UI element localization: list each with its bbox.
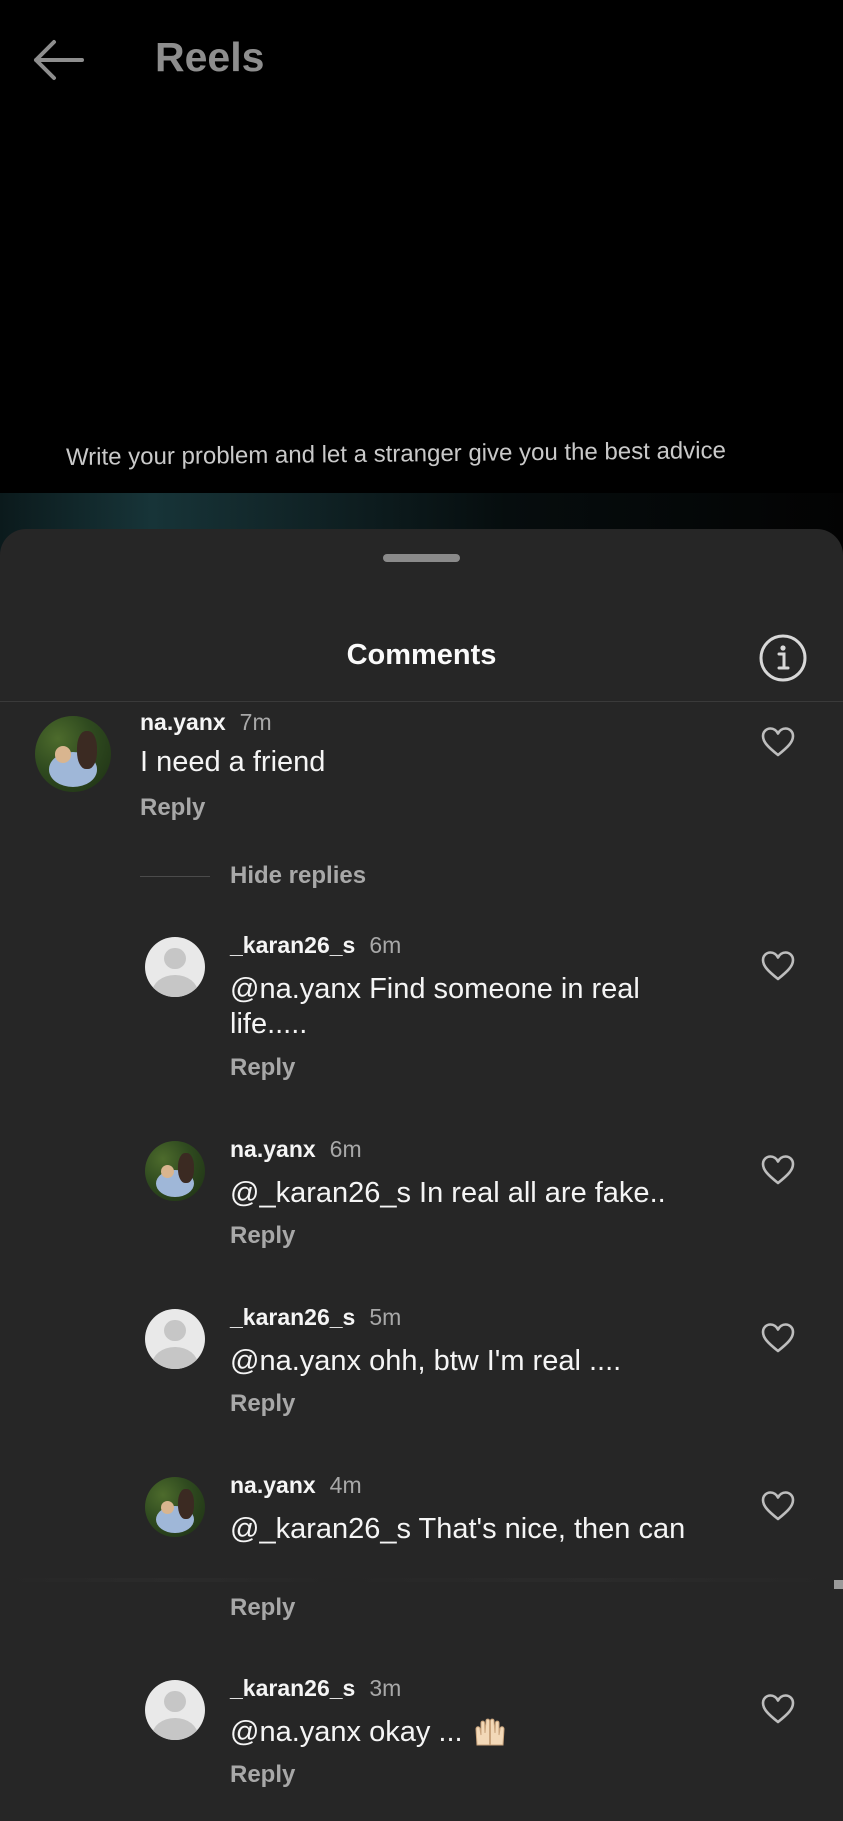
reel-caption: Write your problem and let a stranger gi… — [65, 437, 727, 471]
comment-text-body: @na.yanx okay ... — [230, 1716, 471, 1748]
heart-icon[interactable] — [760, 1154, 796, 1186]
thread-line — [140, 876, 210, 877]
reply-button[interactable]: Reply — [230, 1594, 295, 1622]
sheet-title: Comments — [346, 639, 497, 671]
comment-text: @_karan26_s In real all are fake.. — [230, 1177, 666, 1209]
avatar[interactable] — [35, 716, 111, 792]
comment-text: @_karan26_s That's nice, then can — [230, 1513, 686, 1545]
raising-hands-emoji — [475, 1718, 505, 1746]
username[interactable]: na.yanx — [140, 709, 226, 735]
timestamp: 5m — [369, 1304, 402, 1330]
username[interactable]: na.yanx — [230, 1136, 316, 1162]
timestamp: 6m — [369, 932, 402, 958]
page-title: Reels — [155, 34, 265, 80]
comment-text: @na.yanx Find someone in real life..... — [230, 973, 640, 1040]
clipped-text-edge — [0, 1578, 843, 1582]
comments-sheet: Comments na.yanx 7m I need a friend Reply… — [0, 529, 843, 1821]
reply-button[interactable]: Reply — [230, 1054, 295, 1082]
avatar[interactable] — [145, 937, 205, 997]
divider — [0, 701, 843, 702]
avatar[interactable] — [145, 1680, 205, 1740]
heart-icon[interactable] — [760, 1490, 796, 1522]
scrollbar[interactable] — [834, 1580, 843, 1589]
username[interactable]: _karan26_s — [230, 932, 355, 958]
comment-meta: _karan26_s 5m — [230, 1304, 401, 1331]
username[interactable]: na.yanx — [230, 1472, 316, 1498]
avatar[interactable] — [145, 1309, 205, 1369]
comment-text: @na.yanx okay ... — [230, 1715, 700, 1750]
comment-meta: na.yanx 4m — [230, 1472, 362, 1499]
timestamp: 7m — [239, 709, 272, 735]
info-icon[interactable] — [758, 633, 808, 683]
comment-meta: na.yanx 6m — [230, 1136, 362, 1163]
avatar[interactable] — [145, 1477, 205, 1537]
comment-meta: na.yanx 7m — [140, 709, 272, 736]
reel-viewer: Reels Write your problem and let a stran… — [0, 0, 843, 553]
username[interactable]: _karan26_s — [230, 1675, 355, 1701]
timestamp: 4m — [329, 1472, 362, 1498]
comment-text: @na.yanx ohh, btw I'm real .... — [230, 1345, 622, 1377]
heart-icon[interactable] — [760, 1693, 796, 1725]
heart-icon[interactable] — [760, 950, 796, 982]
hide-replies-button[interactable]: Hide replies — [230, 862, 366, 890]
drag-handle[interactable] — [383, 554, 460, 562]
timestamp: 6m — [329, 1136, 362, 1162]
reply-button[interactable]: Reply — [230, 1761, 295, 1789]
avatar[interactable] — [145, 1141, 205, 1201]
reply-button[interactable]: Reply — [230, 1222, 295, 1250]
reply-button[interactable]: Reply — [230, 1390, 295, 1418]
timestamp: 3m — [369, 1675, 402, 1701]
arrow-left-icon[interactable] — [28, 34, 88, 86]
reply-button[interactable]: Reply — [140, 794, 205, 822]
username[interactable]: _karan26_s — [230, 1304, 355, 1330]
comment-meta: _karan26_s 3m — [230, 1675, 401, 1702]
comment-meta: _karan26_s 6m — [230, 932, 401, 959]
heart-icon[interactable] — [760, 1322, 796, 1354]
comment-text: I need a friend — [140, 746, 326, 778]
heart-icon[interactable] — [760, 726, 796, 758]
